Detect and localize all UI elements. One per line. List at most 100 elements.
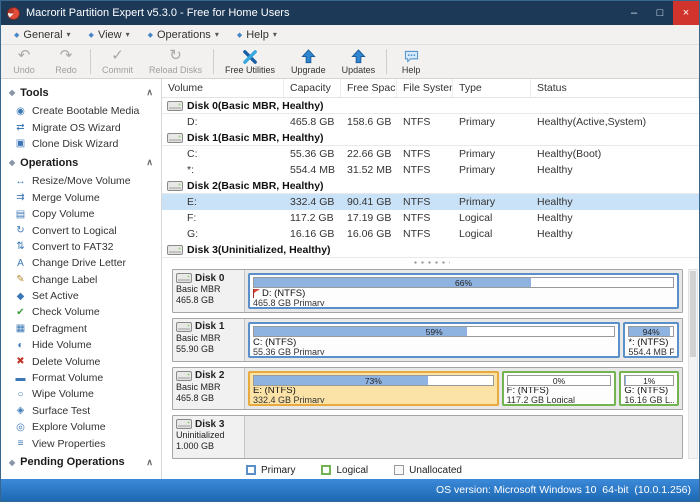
close-button[interactable]: × [673, 1, 699, 25]
column-header-type[interactable]: Type [453, 79, 531, 97]
cell-free_space: 16.06 GB [341, 226, 397, 242]
volume-row-C[interactable]: C:55.36 GB22.66 GBNTFSPrimaryHealthy(Boo… [162, 146, 699, 162]
volume-row-G[interactable]: G:16.16 GB16.06 GBNTFSLogicalHealthy [162, 226, 699, 242]
sidebar-item-wipe-volume[interactable]: ○Wipe Volume [1, 386, 161, 402]
sidebar-item-explore-volume[interactable]: ◎Explore Volume [1, 419, 161, 435]
sidebar-item-label: Check Volume [32, 306, 100, 318]
partition-block-F[interactable]: 0%F: (NTFS)117.2 GB Logical [502, 371, 617, 407]
sidebar-item-defragment[interactable]: ▦ Defragment [1, 321, 161, 337]
sidebar-item-copy-volume[interactable]: ▤Copy Volume [1, 206, 161, 222]
sidebar-item-convert-to-fat32[interactable]: ⇅Convert to FAT32 [1, 239, 161, 255]
section-header-pending-operations[interactable]: ◆Pending Operations∧ [1, 452, 161, 473]
diskmap-scrollbar[interactable] [688, 269, 698, 459]
sidebar-item-hide-volume[interactable]: ◐Hide Volume [1, 337, 161, 353]
operations-menu-icon: ◆ [148, 31, 153, 39]
disk-info[interactable]: Disk 1Basic MBR55.90 GB [173, 319, 245, 361]
sidebar-item-label: Convert to FAT32 [32, 241, 114, 253]
disk-type: Basic MBR [176, 333, 241, 344]
sidebar-item-format-volume[interactable]: ▬ Format Volume [1, 370, 161, 386]
toolbar-reload-disks-button: ↻Reload Disks [141, 45, 210, 78]
sidebar-item-set-active[interactable]: ◆Set Active [1, 288, 161, 304]
volume-row-F[interactable]: F:117.2 GB17.19 GBNTFSLogicalHealthy [162, 210, 699, 226]
disk-group-row[interactable]: Disk 1(Basic MBR, Healthy) [162, 130, 699, 146]
volume-row-star[interactable]: *:554.4 MB31.52 MBNTFSPrimaryHealthy [162, 162, 699, 178]
column-header-volume[interactable]: Volume [162, 79, 284, 97]
menu-label: Help [246, 29, 269, 41]
splitter-dots-icon [412, 261, 450, 264]
maximize-button[interactable]: □ [647, 1, 673, 25]
partition-block-star[interactable]: 94%*: (NTFS)554.4 MB P... [623, 322, 679, 358]
menu-label: Operations [157, 29, 211, 41]
disk-info[interactable]: Disk 2Basic MBR465.8 GB [173, 368, 245, 410]
sidebar-item-view-properties[interactable]: ≡View Properties [1, 435, 161, 451]
partition-label-row: C: (NTFS) [253, 338, 615, 347]
sidebar-item-label: Surface Test [32, 405, 90, 417]
legend-logical: Logical [321, 465, 368, 476]
resize-move-volume-icon: ↔ [15, 176, 26, 187]
partition-block-G[interactable]: 1%G: (NTFS)16.16 GB L... [619, 371, 679, 407]
toolbar-free-utilities-button[interactable]: Free Utilities [217, 45, 283, 78]
disk-info[interactable]: Disk 3Uninitialized1.000 GB [173, 416, 245, 458]
sidebar-item-convert-to-logical[interactable]: ↻Convert to Logical [1, 222, 161, 238]
scrollbar-thumb[interactable] [690, 271, 696, 357]
sidebar-item-create-bootable-media[interactable]: ◉Create Bootable Media [1, 103, 161, 119]
sidebar-item-migrate-os-wizard[interactable]: ⇄Migrate OS Wizard [1, 119, 161, 135]
defragment-icon: ▦ [15, 323, 26, 334]
sidebar-item-clone-disk-wizard[interactable]: ▣Clone Disk Wizard [1, 136, 161, 152]
legend-label: Logical [336, 465, 368, 476]
partition-block-E[interactable]: 73%E: (NTFS)332.4 GB Primary [248, 371, 499, 407]
sidebar-item-change-drive-letter[interactable]: AChange Drive Letter [1, 255, 161, 271]
menu-item-view[interactable]: ◆View▾ [80, 25, 139, 44]
partition-label: G: (NTFS) [624, 387, 668, 396]
cell-free_space: 22.66 GB [341, 146, 397, 162]
sidebar-item-merge-volume[interactable]: ⇉Merge Volume [1, 190, 161, 206]
minimize-button[interactable]: – [621, 1, 647, 25]
menu-item-operations[interactable]: ◆Operations▾ [139, 25, 228, 44]
disk-group-row[interactable]: Disk 0(Basic MBR, Healthy) [162, 98, 699, 114]
splitter-handle[interactable] [162, 258, 699, 267]
toolbar-upgrade-button[interactable]: Upgrade [283, 45, 334, 78]
chevron-up-icon: ∧ [146, 457, 153, 468]
menu-item-general[interactable]: ◆General▾ [5, 25, 80, 44]
toolbar-updates-button[interactable]: Updates [334, 45, 384, 78]
partition-label: E: (NTFS) [253, 387, 296, 396]
cell-file_system: NTFS [397, 194, 453, 210]
disk-group-row[interactable]: Disk 2(Basic MBR, Healthy) [162, 178, 699, 194]
menu-item-help[interactable]: ◆Help▾ [228, 25, 286, 44]
titlebar: Macrorit Partition Expert v5.3.0 - Free … [1, 1, 699, 25]
section-title: Operations [20, 157, 78, 169]
partition-block-C[interactable]: 59%C: (NTFS)55.36 GB Primary [248, 322, 620, 358]
legend-unallocated: Unallocated [394, 465, 462, 476]
section-title: Pending Operations [20, 456, 125, 468]
disk-group-row[interactable]: Disk 3(Uninitialized, Healthy) [162, 242, 699, 258]
section-header-operations[interactable]: ◆Operations∧ [1, 152, 161, 173]
cell-status: Healthy [531, 194, 699, 210]
disk-info[interactable]: Disk 0Basic MBR465.8 GB [173, 270, 245, 312]
cell-type: Primary [453, 194, 531, 210]
cell-type: Logical [453, 210, 531, 226]
volume-row-E[interactable]: E:332.4 GB90.41 GBNTFSPrimaryHealthy [162, 194, 699, 210]
sidebar-item-label: Format Volume [32, 372, 103, 384]
cell-volume: D: [162, 114, 284, 130]
sidebar-item-resize-move-volume[interactable]: ↔Resize/Move Volume [1, 173, 161, 189]
toolbar-undo-button: ↶Undo [3, 45, 45, 78]
sidebar-item-delete-volume[interactable]: ✖Delete Volume [1, 353, 161, 369]
column-header-capacity[interactable]: Capacity [284, 79, 341, 97]
status-bar: OS version: Microsoft Windows 10 64-bit … [1, 479, 699, 501]
sidebar-item-label: Defragment [32, 323, 87, 335]
sidebar-item-change-label[interactable]: ✎Change Label [1, 272, 161, 288]
sidebar-item-check-volume[interactable]: ✔Check Volume [1, 304, 161, 320]
sidebar-item-surface-test[interactable]: ◈Surface Test [1, 403, 161, 419]
window-controls: –□× [621, 1, 699, 25]
active-flag-icon [253, 289, 260, 298]
volume-row-D[interactable]: D:465.8 GB158.6 GBNTFSPrimaryHealthy(Act… [162, 114, 699, 130]
usage-percent: 73% [254, 376, 493, 386]
format-volume-icon: ▬ [15, 373, 26, 384]
legend-primary: Primary [246, 465, 295, 476]
column-header-status[interactable]: Status [531, 79, 699, 97]
toolbar-help-button[interactable]: Help [390, 45, 432, 78]
column-header-free-space[interactable]: Free Space [341, 79, 397, 97]
column-header-file-system[interactable]: File System [397, 79, 453, 97]
section-header-tools[interactable]: ◆Tools∧ [1, 82, 161, 103]
partition-block-D[interactable]: 66%D: (NTFS)465.8 GB Primary [248, 273, 679, 309]
